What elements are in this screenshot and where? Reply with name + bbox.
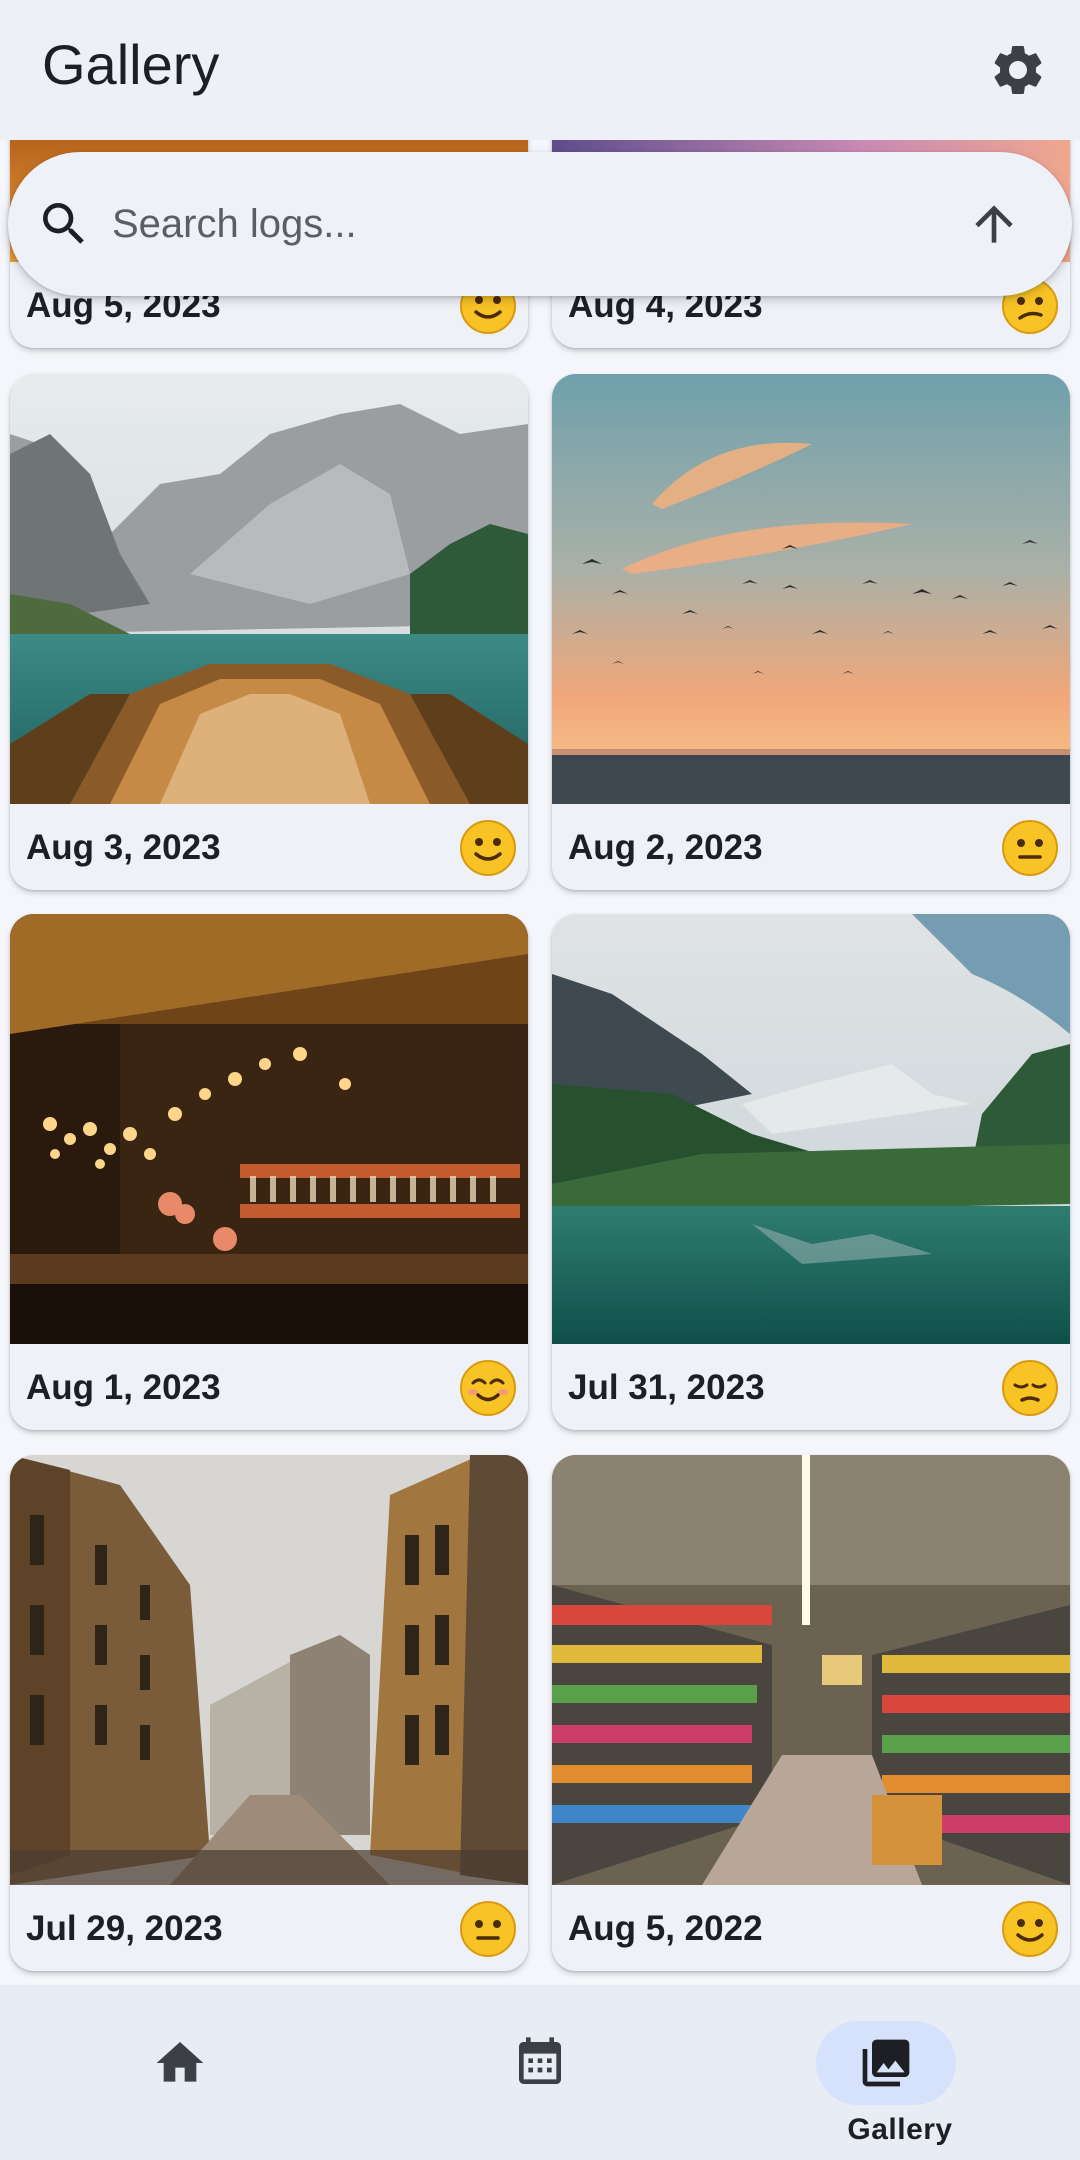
settings-button[interactable] — [978, 30, 1058, 110]
card-date: Aug 5, 2022 — [568, 1909, 763, 1948]
gallery-card[interactable]: Jul 31, 2023 — [552, 914, 1070, 1430]
search-bar — [8, 152, 1072, 296]
card-date: Aug 3, 2023 — [26, 828, 221, 867]
photo-library-icon — [862, 2039, 910, 2087]
card-caption: Aug 2, 2023 — [552, 804, 1070, 890]
card-caption: Aug 5, 2022 — [552, 1885, 1070, 1971]
neutral-face-icon — [1000, 818, 1060, 878]
card-date: Aug 2, 2023 — [568, 828, 763, 867]
home-icon — [156, 2042, 204, 2082]
pensive-face-icon — [1000, 1358, 1060, 1418]
gear-icon — [994, 45, 1042, 94]
scroll-to-top-button[interactable] — [960, 190, 1028, 258]
smiling-face-icon — [458, 1358, 518, 1418]
gallery-card[interactable]: Aug 3, 2023 — [10, 374, 528, 890]
neutral-face-icon — [458, 1899, 518, 1959]
card-caption: Jul 29, 2023 — [10, 1885, 528, 1971]
photo-alpine-lake — [552, 914, 1070, 1344]
card-caption: Jul 31, 2023 — [552, 1344, 1070, 1430]
slightly-smiling-face-icon — [458, 818, 518, 878]
nav-item-home[interactable] — [0, 1985, 360, 2160]
photo-mountain-lake-boat — [10, 374, 528, 804]
photo-supermarket-aisle — [552, 1455, 1070, 1885]
nav-item-gallery[interactable]: Gallery — [360, 1985, 1080, 2160]
arrow-up-icon — [975, 205, 1013, 243]
page-title: Gallery — [42, 33, 220, 96]
gallery-card[interactable]: Jul 29, 2023 — [10, 1455, 528, 1971]
search-icon — [36, 196, 92, 252]
photo-sunset-birds-sea — [552, 374, 1070, 804]
nav-icon-container — [110, 2021, 250, 2105]
gallery-card[interactable]: Aug 1, 2023 — [10, 914, 528, 1430]
search-input[interactable] — [112, 186, 912, 262]
app-bar: Gallery — [0, 0, 1080, 140]
gallery-card[interactable]: Aug 2, 2023 — [552, 374, 1070, 890]
card-date: Aug 1, 2023 — [26, 1368, 221, 1407]
gallery-grid: Aug 5, 2023 Aug 4, 2023 Aug 3, 2023 Aug … — [0, 0, 1080, 1985]
card-date: Jul 29, 2023 — [26, 1909, 223, 1948]
photo-city-street — [10, 1455, 528, 1885]
gallery-card[interactable]: Aug 5, 2022 — [552, 1455, 1070, 1971]
card-date: Jul 31, 2023 — [568, 1368, 765, 1407]
card-caption: Aug 1, 2023 — [10, 1344, 528, 1430]
nav-icon-container — [816, 2021, 956, 2105]
bottom-navigation: Gallery — [0, 1985, 1080, 2160]
photo-bar-interior — [10, 914, 528, 1344]
slightly-smiling-face-icon — [1000, 1899, 1060, 1959]
nav-label-gallery: Gallery — [847, 2113, 953, 2146]
card-caption: Aug 3, 2023 — [10, 804, 528, 890]
